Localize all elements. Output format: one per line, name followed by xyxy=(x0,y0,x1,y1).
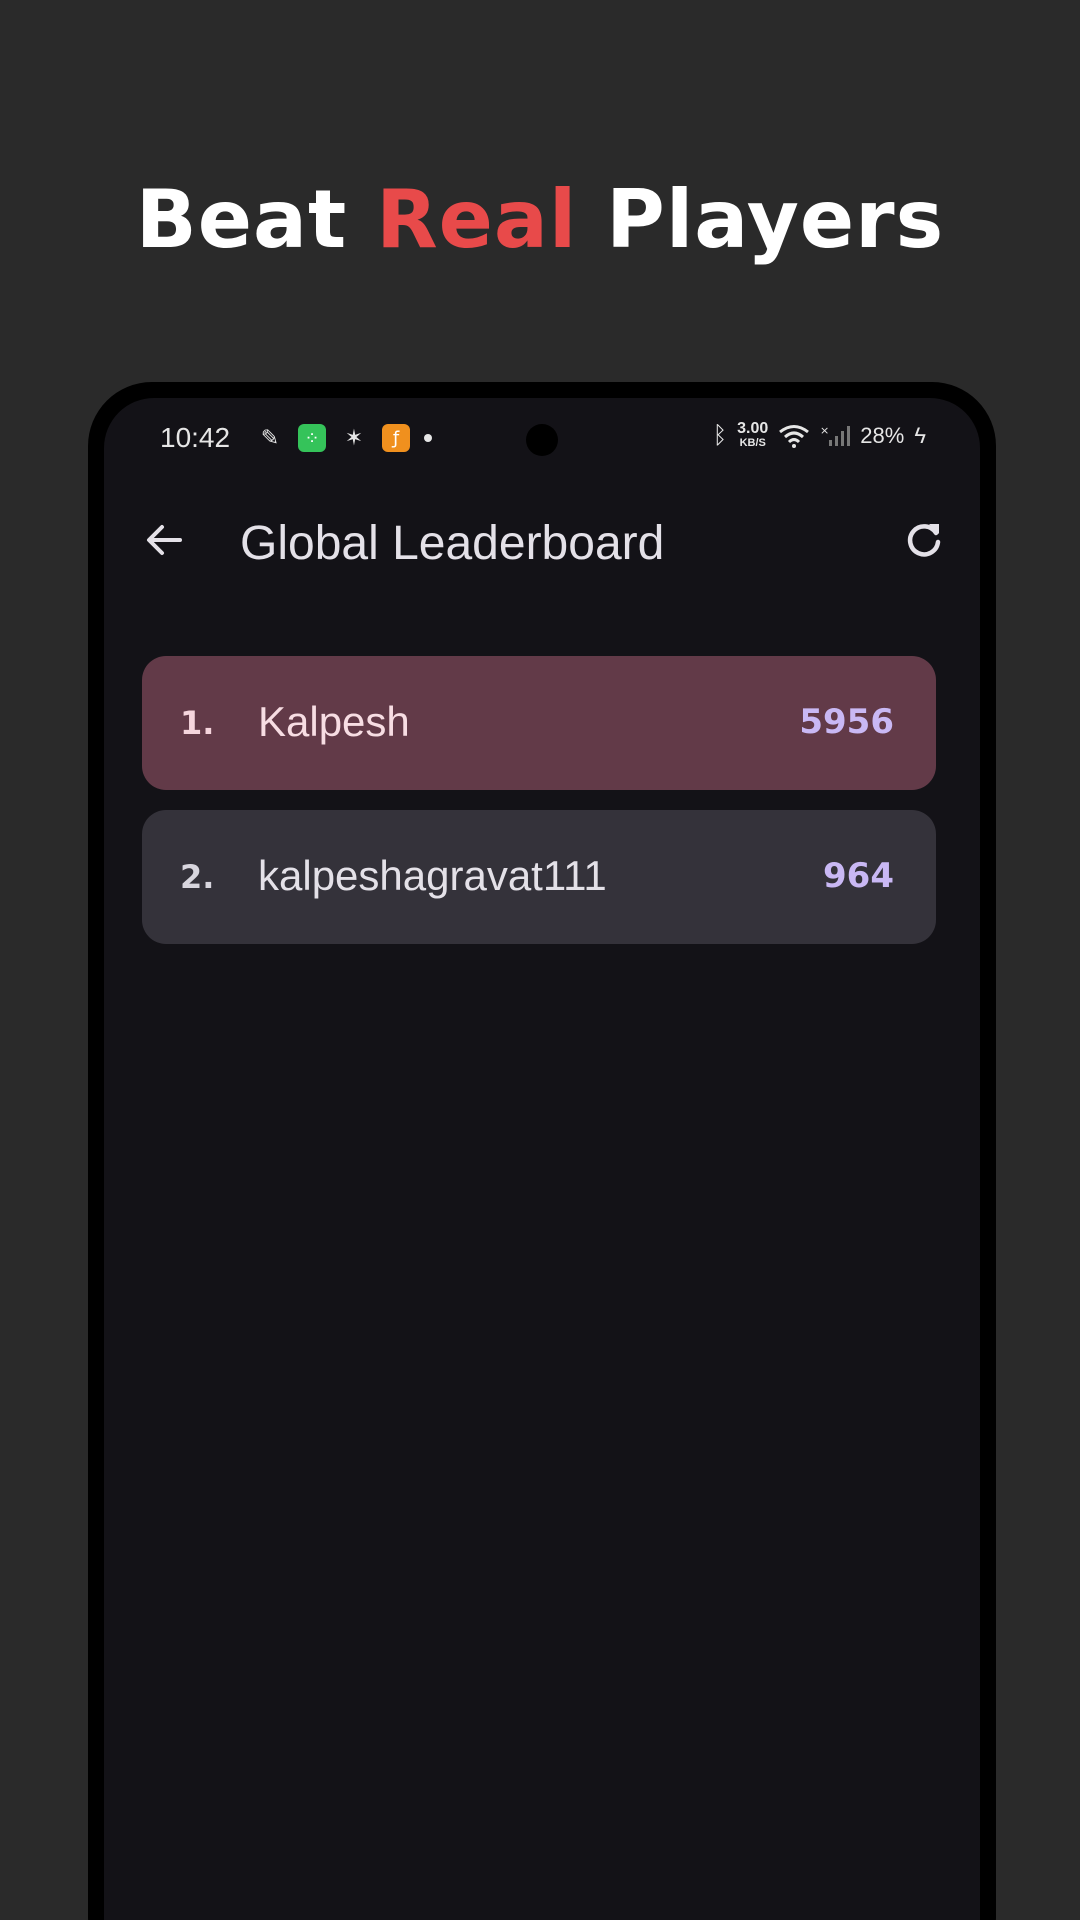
charging-icon: ϟ xyxy=(914,423,926,448)
heading-accent: Real xyxy=(376,173,578,266)
net-speed-value: 3.00 xyxy=(737,420,769,437)
phone-screen: 10:42 ✎ ⁘ ✶ ƒ ᛒ 3.00 KB/S × 28% ϟ Global… xyxy=(104,398,980,1920)
leaderboard-list: 1. Kalpesh 5956 2. kalpeshagravat111 964 xyxy=(142,656,936,964)
arrow-left-icon xyxy=(142,518,186,566)
camera-cutout xyxy=(526,424,558,456)
chat-app-icon: ✎ xyxy=(260,425,280,451)
leaderboard-row[interactable]: 1. Kalpesh 5956 xyxy=(142,656,936,790)
notification-icons: ✎ ⁘ ✶ ƒ xyxy=(256,424,432,452)
net-speed-unit: KB/S xyxy=(739,437,766,449)
rank-label: 1. xyxy=(180,704,215,742)
player-score: 5956 xyxy=(799,702,894,742)
wifi-icon xyxy=(778,424,810,448)
player-score: 964 xyxy=(823,856,894,896)
notification-dot xyxy=(424,434,432,442)
system-icons: ᛒ 3.00 KB/S × 28% ϟ xyxy=(712,420,926,450)
page-title: Global Leaderboard xyxy=(240,517,665,570)
svg-text:×: × xyxy=(820,424,829,437)
heading-part-2: Players xyxy=(577,173,945,266)
promo-heading: Beat Real Players xyxy=(0,172,1080,268)
status-time: 10:42 xyxy=(160,422,231,453)
status-bar: 10:42 ✎ ⁘ ✶ ƒ ᛒ 3.00 KB/S × 28% ϟ xyxy=(104,398,980,478)
net-speed: 3.00 KB/S xyxy=(737,420,769,450)
spark-icon: ✶ xyxy=(344,425,364,451)
refresh-icon xyxy=(902,518,946,566)
phone-frame: 10:42 ✎ ⁘ ✶ ƒ ᛒ 3.00 KB/S × 28% ϟ Global… xyxy=(88,382,996,1920)
rank-label: 2. xyxy=(180,858,215,896)
green-app-icon: ⁘ xyxy=(298,424,326,452)
orange-app-icon: ƒ xyxy=(382,424,410,452)
refresh-button[interactable] xyxy=(894,512,954,572)
player-name: kalpeshagravat111 xyxy=(258,852,607,899)
back-button[interactable] xyxy=(134,512,194,572)
battery-percent: 28% xyxy=(860,423,905,448)
app-bar: Global Leaderboard xyxy=(104,494,980,590)
leaderboard-row[interactable]: 2. kalpeshagravat111 964 xyxy=(142,810,936,944)
player-name: Kalpesh xyxy=(258,698,410,745)
bluetooth-icon: ᛒ xyxy=(712,422,728,449)
heading-part-1: Beat xyxy=(135,173,377,266)
signal-icon: × xyxy=(820,424,851,448)
